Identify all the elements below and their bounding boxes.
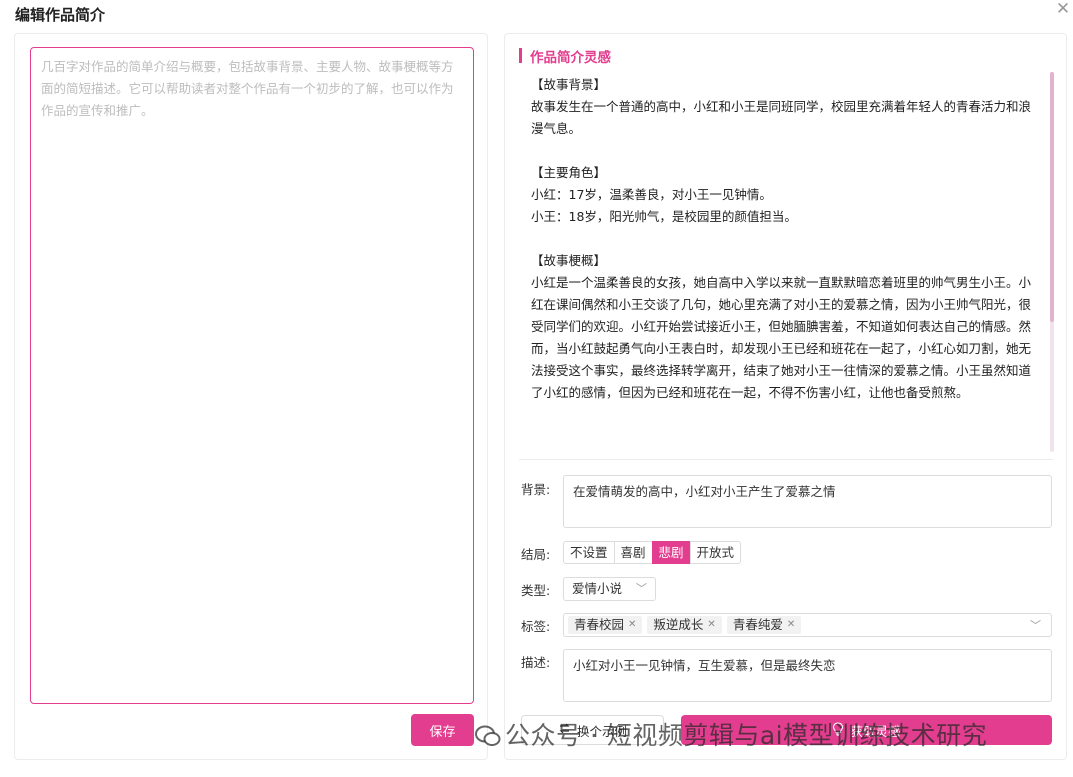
scrollbar-track[interactable] xyxy=(1050,72,1054,452)
type-select-value: 爱情小说 xyxy=(572,581,623,596)
tag-chip: 叛逆成长 ✕ xyxy=(647,616,722,634)
swap-example-label: 换个示例 xyxy=(576,724,627,739)
scrollbar-thumb[interactable] xyxy=(1050,72,1054,322)
content-line: 小红是一个温柔善良的女孩，她自高中入学以来就一直默默暗恋着班里的帅气男生小王。小… xyxy=(531,275,1032,400)
intro-textarea[interactable] xyxy=(30,47,474,704)
content-line: 小王：18岁，阳光帅气，是校园里的颜值担当。 xyxy=(531,209,797,224)
inspiration-content: 【故事背景】 故事发生在一个普通的高中，小红和小王是同班同学，校园里充满着年轻人… xyxy=(531,74,1041,450)
lightbulb-icon xyxy=(832,721,844,739)
tag-chip-label: 青春纯爱 xyxy=(732,617,783,632)
tag-close-icon[interactable]: ✕ xyxy=(628,616,636,634)
tag-chip-label: 青春校园 xyxy=(574,617,625,632)
dialog-title: 编辑作品简介 xyxy=(15,6,106,24)
background-label: 背景: xyxy=(521,482,551,497)
tag-chip-label: 叛逆成长 xyxy=(653,617,704,632)
ending-option-open[interactable]: 开放式 xyxy=(689,541,742,564)
tag-close-icon[interactable]: ✕ xyxy=(787,616,795,634)
swap-icon xyxy=(558,722,571,738)
background-input[interactable]: 在爱情萌发的高中，小红对小王产生了爱慕之情 xyxy=(563,475,1052,528)
content-line: 【主要角色】 xyxy=(531,165,607,180)
tag-close-icon[interactable]: ✕ xyxy=(707,616,715,634)
divider xyxy=(519,459,1053,460)
tags-select[interactable]: 青春校园 ✕ 叛逆成长 ✕ 青春纯爱 ✕ ﹀ xyxy=(563,613,1052,637)
tag-chip: 青春校园 ✕ xyxy=(568,616,643,634)
ending-label: 结局: xyxy=(521,547,551,562)
inspiration-panel: 作品简介灵感 【故事背景】 故事发生在一个普通的高中，小红和小王是同班同学，校园… xyxy=(504,33,1067,760)
content-line: 【故事背景】 xyxy=(531,77,607,92)
tags-label: 标签: xyxy=(521,619,551,634)
type-select[interactable]: 爱情小说 ﹀ xyxy=(563,577,656,601)
type-label: 类型: xyxy=(521,583,551,598)
chevron-down-icon: ﹀ xyxy=(1030,619,1041,632)
content-line: 小红：17岁，温柔善良，对小王一见钟情。 xyxy=(531,187,772,202)
description-label: 描述: xyxy=(521,655,551,670)
ending-option-comedy[interactable]: 喜剧 xyxy=(613,541,653,564)
get-inspiration-button[interactable]: 获取灵感 xyxy=(681,715,1052,745)
section-accent-bar xyxy=(519,48,522,63)
content-line: 故事发生在一个普通的高中，小红和小王是同班同学，校园里充满着年轻人的青春活力和浪… xyxy=(531,99,1032,136)
save-button[interactable]: 保存 xyxy=(411,714,474,746)
inspiration-title: 作品简介灵感 xyxy=(530,50,611,66)
swap-example-button[interactable]: 换个示例 xyxy=(521,715,664,745)
description-input[interactable]: 小红对小王一见钟情，互生爱慕，但是最终失恋 xyxy=(563,649,1052,702)
ending-option-tragedy[interactable]: 悲剧 xyxy=(651,541,691,564)
get-inspiration-label: 获取灵感 xyxy=(850,724,901,739)
chevron-down-icon: ﹀ xyxy=(636,582,647,595)
ending-option-none[interactable]: 不设置 xyxy=(563,541,615,564)
tag-chip: 青春纯爱 ✕ xyxy=(726,616,802,634)
content-line: 【故事梗概】 xyxy=(531,253,607,268)
intro-editor-panel: 保存 xyxy=(14,33,488,760)
ending-radio-group: 不设置 喜剧 悲剧 开放式 xyxy=(563,541,742,564)
close-icon[interactable]: ✕ xyxy=(1054,0,1072,18)
